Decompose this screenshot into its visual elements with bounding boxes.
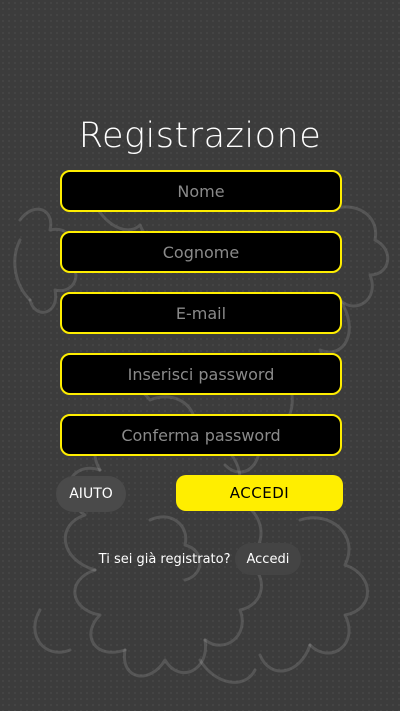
already-registered-text: Ti sei già registrato? [98,551,231,567]
help-button[interactable]: AIUTO [56,476,126,512]
registration-screen: Registrazione AIUTO ACCEDI Ti sei già re… [0,0,400,711]
last-name-field[interactable] [60,231,342,273]
confirm-password-field[interactable] [60,414,342,456]
first-name-field[interactable] [60,170,342,212]
page-title: Registrazione [78,116,322,156]
login-link[interactable]: Accedi [234,543,302,575]
already-registered-row: Ti sei già registrato? Accedi [0,543,400,575]
password-field[interactable] [60,353,342,395]
email-field[interactable] [60,292,342,334]
login-button[interactable]: ACCEDI [176,475,343,511]
